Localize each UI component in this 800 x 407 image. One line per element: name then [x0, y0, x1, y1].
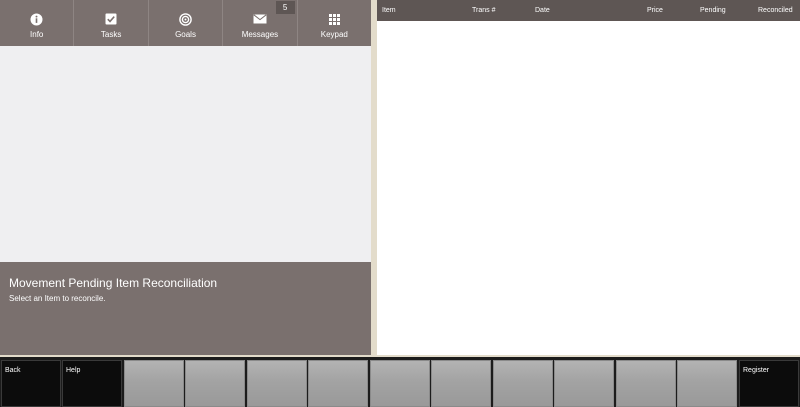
help-button-label: Help	[66, 367, 81, 374]
register-button[interactable]: Register	[739, 360, 799, 407]
tab-goals-label: Goals	[175, 30, 196, 39]
messages-count-badge: 5	[275, 1, 295, 14]
function-key[interactable]	[370, 360, 430, 407]
column-header-item[interactable]: Item	[382, 0, 396, 21]
tab-tasks-label: Tasks	[100, 30, 122, 39]
column-header-date[interactable]: Date	[535, 0, 550, 21]
target-icon	[179, 12, 193, 26]
column-header-trans[interactable]: Trans #	[472, 0, 495, 21]
column-header-reconciled[interactable]: Reconciled	[758, 0, 793, 21]
tab-info-label: Info	[30, 30, 44, 39]
tab-info[interactable]: Info	[0, 0, 75, 53]
envelope-icon	[253, 12, 267, 26]
items-table: Item Trans # Date Price Pending Reconcil…	[377, 0, 800, 355]
keypad-icon	[327, 12, 341, 26]
table-body	[377, 21, 800, 355]
function-key[interactable]	[124, 360, 184, 407]
function-key-bar: Back Help Register	[0, 357, 800, 407]
tab-keypad-label: Keypad	[320, 30, 348, 39]
tab-messages-label: Messages	[241, 30, 279, 39]
tab-keypad[interactable]: Keypad	[298, 0, 371, 46]
back-button-label: Back	[5, 367, 21, 374]
function-key[interactable]	[554, 360, 614, 407]
left-panel: Info Tasks Goals Messages 5 Keypad Movem…	[0, 0, 371, 355]
function-key[interactable]	[677, 360, 737, 407]
function-key[interactable]	[431, 360, 491, 407]
function-key[interactable]	[493, 360, 553, 407]
register-button-label: Register	[743, 367, 770, 374]
function-key[interactable]	[308, 360, 368, 407]
tab-tasks[interactable]: Tasks	[74, 0, 149, 46]
function-key[interactable]	[247, 360, 307, 407]
help-button[interactable]: Help	[62, 360, 122, 407]
tab-bar: Info Tasks Goals Messages 5 Keypad	[0, 0, 371, 53]
function-key[interactable]	[616, 360, 676, 407]
info-icon	[30, 12, 44, 26]
table-header: Item Trans # Date Price Pending Reconcil…	[377, 0, 800, 21]
info-content-area	[0, 46, 371, 262]
instruction-text: Select an Item to reconcile.	[9, 294, 106, 303]
back-button[interactable]: Back	[1, 360, 61, 407]
instruction-panel: Movement Pending Item Reconciliation Sel…	[0, 262, 371, 355]
instruction-title: Movement Pending Item Reconciliation	[9, 276, 218, 290]
tab-goals[interactable]: Goals	[149, 0, 224, 46]
checkbox-icon	[104, 12, 118, 26]
tab-messages[interactable]: Messages 5	[223, 0, 298, 46]
column-header-price[interactable]: Price	[647, 0, 663, 21]
function-key[interactable]	[185, 360, 245, 407]
column-header-pending[interactable]: Pending	[700, 0, 726, 21]
